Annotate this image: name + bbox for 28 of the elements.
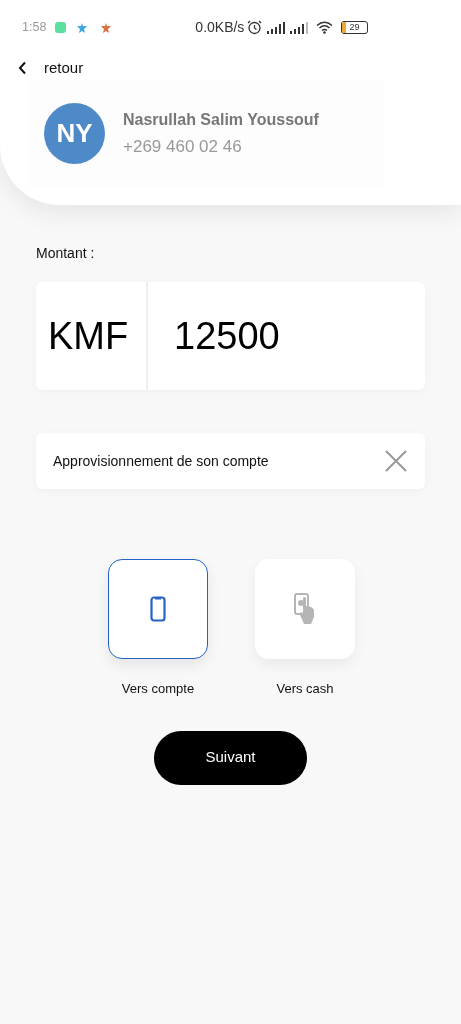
smartphone-icon: [150, 596, 166, 622]
currency-label: KMF: [48, 313, 129, 359]
signal-icon: [267, 21, 286, 34]
note-field[interactable]: Approvisionnement de son compte: [36, 433, 425, 489]
alarm-icon: [247, 20, 263, 35]
avatar: NY: [44, 103, 105, 164]
option-label: Vers compte: [121, 680, 195, 698]
back-label[interactable]: retour: [44, 56, 84, 80]
wifi-icon: [316, 21, 334, 34]
amount-value: 12500: [174, 313, 280, 359]
option-label: Vers cash: [276, 680, 334, 698]
app-icon: [101, 22, 112, 33]
transfer-option[interactable]: [108, 559, 208, 659]
status-time: 1:58: [22, 19, 47, 37]
next-button[interactable]: Suivant: [154, 730, 307, 785]
contact-name: Nasrullah Salim Youssouf: [123, 109, 319, 130]
signal-icon: [290, 21, 309, 34]
amount-field[interactable]: KMF 12500: [36, 282, 425, 390]
back-icon[interactable]: [18, 61, 28, 75]
contact-phone: +269 460 02 46: [123, 135, 243, 158]
amount-label: Montant :: [36, 244, 96, 263]
app-icon: [77, 22, 88, 33]
hand-with-cash-icon: [294, 593, 316, 625]
clear-icon[interactable]: [384, 449, 408, 473]
note-text: Approvisionnement de son compte: [53, 451, 269, 471]
app-icon: [55, 22, 67, 33]
network-speed: 0.0KB/s: [195, 18, 245, 37]
battery-level: 29: [348, 23, 360, 32]
